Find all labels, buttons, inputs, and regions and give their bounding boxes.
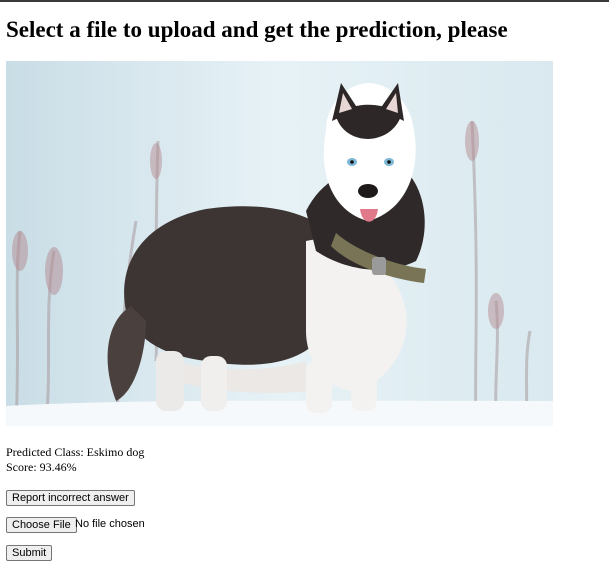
predicted-class-text: Predicted Class: Eskimo dog <box>6 445 145 459</box>
prediction-result: Predicted Class: Eskimo dog Score: 93.46… <box>6 445 144 475</box>
file-status-text: No file chosen <box>75 518 145 530</box>
score-text: Score: 93.46% <box>6 460 77 474</box>
choose-file-button[interactable]: Choose File <box>6 517 77 533</box>
page-title: Select a file to upload and get the pred… <box>6 17 508 42</box>
uploaded-dog-image <box>6 61 553 426</box>
top-border <box>0 0 609 2</box>
report-incorrect-button[interactable]: Report incorrect answer <box>6 490 135 506</box>
submit-button[interactable]: Submit <box>6 545 53 561</box>
